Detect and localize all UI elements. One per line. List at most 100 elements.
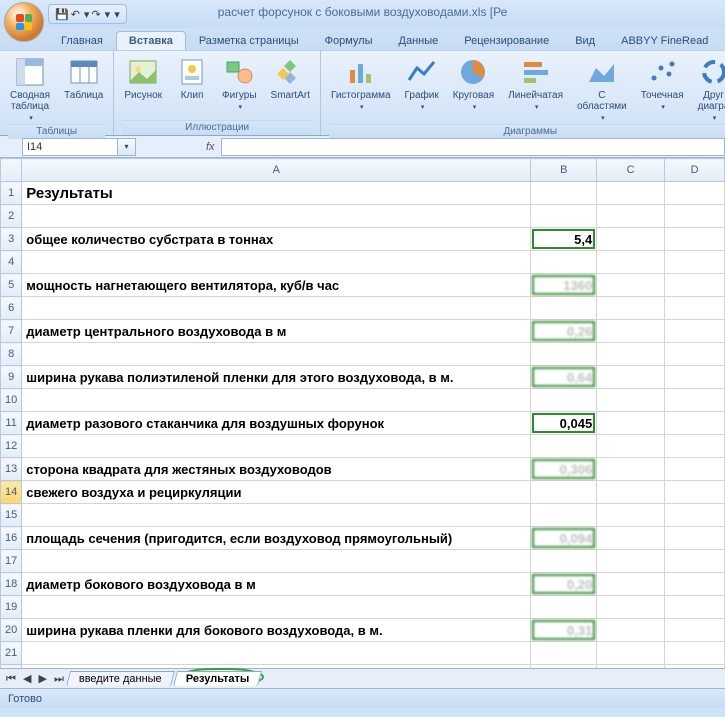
- cell[interactable]: [597, 458, 665, 481]
- cell[interactable]: [531, 297, 597, 320]
- cell[interactable]: [531, 504, 597, 527]
- row-header[interactable]: 4: [1, 251, 22, 274]
- cell-B3[interactable]: 5,4: [531, 228, 597, 251]
- next-sheet-icon[interactable]: ▶: [37, 673, 49, 685]
- tab-home[interactable]: Главная: [48, 31, 116, 50]
- cell[interactable]: [22, 504, 531, 527]
- picture-button[interactable]: Рисунок: [122, 54, 164, 103]
- cell[interactable]: [531, 435, 597, 458]
- fx-icon[interactable]: fx: [206, 141, 215, 153]
- cell[interactable]: [665, 366, 725, 389]
- cell[interactable]: [665, 596, 725, 619]
- area-chart-button[interactable]: С областями▾: [575, 54, 629, 124]
- cell[interactable]: [665, 205, 725, 228]
- cell[interactable]: [22, 389, 531, 412]
- cell[interactable]: [597, 596, 665, 619]
- row-header[interactable]: 18: [1, 573, 22, 596]
- cell[interactable]: [665, 481, 725, 504]
- tab-data[interactable]: Данные: [386, 31, 452, 50]
- col-header-C[interactable]: C: [597, 159, 665, 182]
- cell[interactable]: [22, 251, 531, 274]
- cell[interactable]: [597, 550, 665, 573]
- cell-A11[interactable]: диаметр разового стаканчика для воздушны…: [22, 412, 531, 435]
- cell[interactable]: [597, 527, 665, 550]
- cell[interactable]: [531, 550, 597, 573]
- line-chart-button[interactable]: График▾: [403, 54, 441, 113]
- cell[interactable]: [531, 205, 597, 228]
- row-header[interactable]: 11: [1, 412, 22, 435]
- cell-B7[interactable]: 0,26: [531, 320, 597, 343]
- cell-A5[interactable]: мощность нагнетающего вентилятора, куб/в…: [22, 274, 531, 297]
- row-header[interactable]: 13: [1, 458, 22, 481]
- cell[interactable]: [665, 550, 725, 573]
- name-box[interactable]: I14: [22, 138, 118, 156]
- clip-button[interactable]: Клип: [174, 54, 210, 103]
- cell[interactable]: [22, 596, 531, 619]
- cell-B13[interactable]: 0,306: [531, 458, 597, 481]
- cell-B5[interactable]: 1360: [531, 274, 597, 297]
- row-header[interactable]: 5: [1, 274, 22, 297]
- cell[interactable]: [597, 274, 665, 297]
- spreadsheet-grid[interactable]: A B C D 1Результаты 2 3общее количество …: [0, 158, 725, 668]
- cell-A9[interactable]: ширина рукава полиэтиленой пленки для эт…: [22, 366, 531, 389]
- select-all-corner[interactable]: [1, 159, 22, 182]
- cell[interactable]: [665, 435, 725, 458]
- office-button[interactable]: [4, 2, 44, 42]
- prev-sheet-icon[interactable]: ◀: [21, 673, 33, 685]
- cell[interactable]: [665, 297, 725, 320]
- cell[interactable]: [597, 412, 665, 435]
- col-header-B[interactable]: B: [531, 159, 597, 182]
- cell[interactable]: [531, 481, 597, 504]
- redo-dropdown-icon[interactable]: ▾: [105, 8, 111, 21]
- cell[interactable]: [665, 343, 725, 366]
- tab-review[interactable]: Рецензирование: [451, 31, 562, 50]
- tab-insert[interactable]: Вставка: [116, 31, 186, 50]
- row-header[interactable]: 6: [1, 297, 22, 320]
- redo-icon[interactable]: ↷: [91, 8, 100, 21]
- shapes-button[interactable]: Фигуры ▾: [220, 54, 258, 113]
- row-header[interactable]: 16: [1, 527, 22, 550]
- row-header[interactable]: 1: [1, 182, 22, 205]
- cell[interactable]: [665, 527, 725, 550]
- cell[interactable]: [22, 343, 531, 366]
- row-header[interactable]: 14: [1, 481, 22, 504]
- row-header[interactable]: 7: [1, 320, 22, 343]
- cell[interactable]: [597, 182, 665, 205]
- cell-B11[interactable]: 0,045: [531, 412, 597, 435]
- row-header[interactable]: 3: [1, 228, 22, 251]
- cell-B16[interactable]: 0,094: [531, 527, 597, 550]
- cell[interactable]: [22, 297, 531, 320]
- row-header[interactable]: 17: [1, 550, 22, 573]
- tab-view[interactable]: Вид: [562, 31, 608, 50]
- sheet-tab-input-data[interactable]: введите данные: [66, 671, 175, 686]
- formula-input[interactable]: [221, 138, 725, 156]
- column-chart-button[interactable]: Гистограмма▾: [329, 54, 393, 113]
- cell-A7[interactable]: диаметр центрального воздуховода в м: [22, 320, 531, 343]
- cell-A1[interactable]: Результаты: [22, 182, 531, 205]
- cell[interactable]: [597, 619, 665, 642]
- cell[interactable]: [597, 504, 665, 527]
- cell[interactable]: [665, 573, 725, 596]
- cell-B9[interactable]: 0,64: [531, 366, 597, 389]
- sheet-tab-results[interactable]: Результаты: [173, 671, 262, 686]
- col-header-D[interactable]: D: [665, 159, 725, 182]
- row-header[interactable]: 20: [1, 619, 22, 642]
- tab-page-layout[interactable]: Разметка страницы: [186, 31, 312, 50]
- cell[interactable]: [22, 205, 531, 228]
- cell[interactable]: [597, 205, 665, 228]
- qat-customize-icon[interactable]: ▾: [114, 8, 120, 21]
- cell[interactable]: [597, 642, 665, 665]
- cell[interactable]: [597, 366, 665, 389]
- cell[interactable]: [531, 596, 597, 619]
- tab-formulas[interactable]: Формулы: [312, 31, 386, 50]
- cell[interactable]: [665, 320, 725, 343]
- cell[interactable]: [665, 182, 725, 205]
- bar-chart-button[interactable]: Линейчатая▾: [506, 54, 565, 113]
- cell[interactable]: [597, 573, 665, 596]
- cell-A20[interactable]: ширина рукава пленки для бокового воздух…: [22, 619, 531, 642]
- cell[interactable]: [531, 343, 597, 366]
- cell[interactable]: [665, 228, 725, 251]
- row-header[interactable]: 15: [1, 504, 22, 527]
- undo-dropdown-icon[interactable]: ▾: [84, 8, 90, 21]
- cell[interactable]: [665, 458, 725, 481]
